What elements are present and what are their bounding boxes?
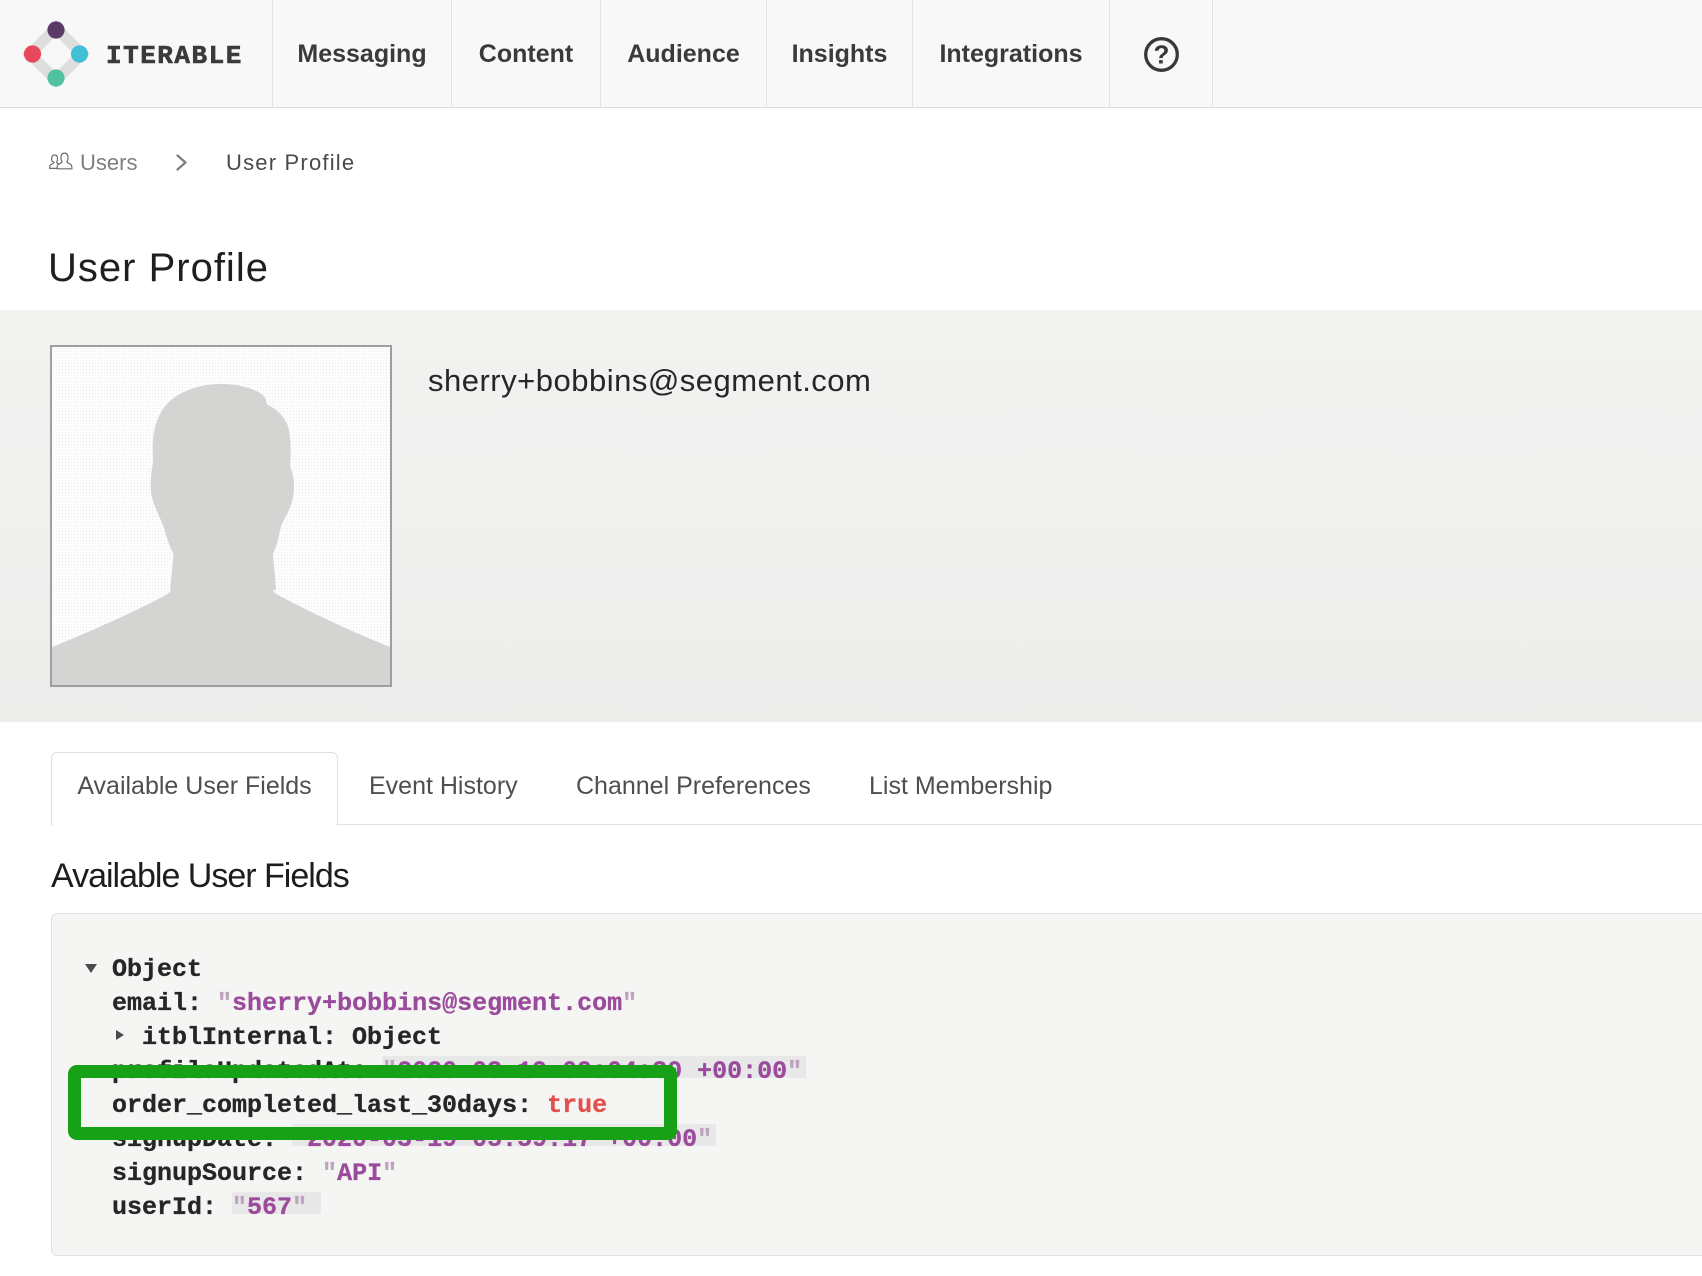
- svg-text:?: ?: [1153, 39, 1169, 69]
